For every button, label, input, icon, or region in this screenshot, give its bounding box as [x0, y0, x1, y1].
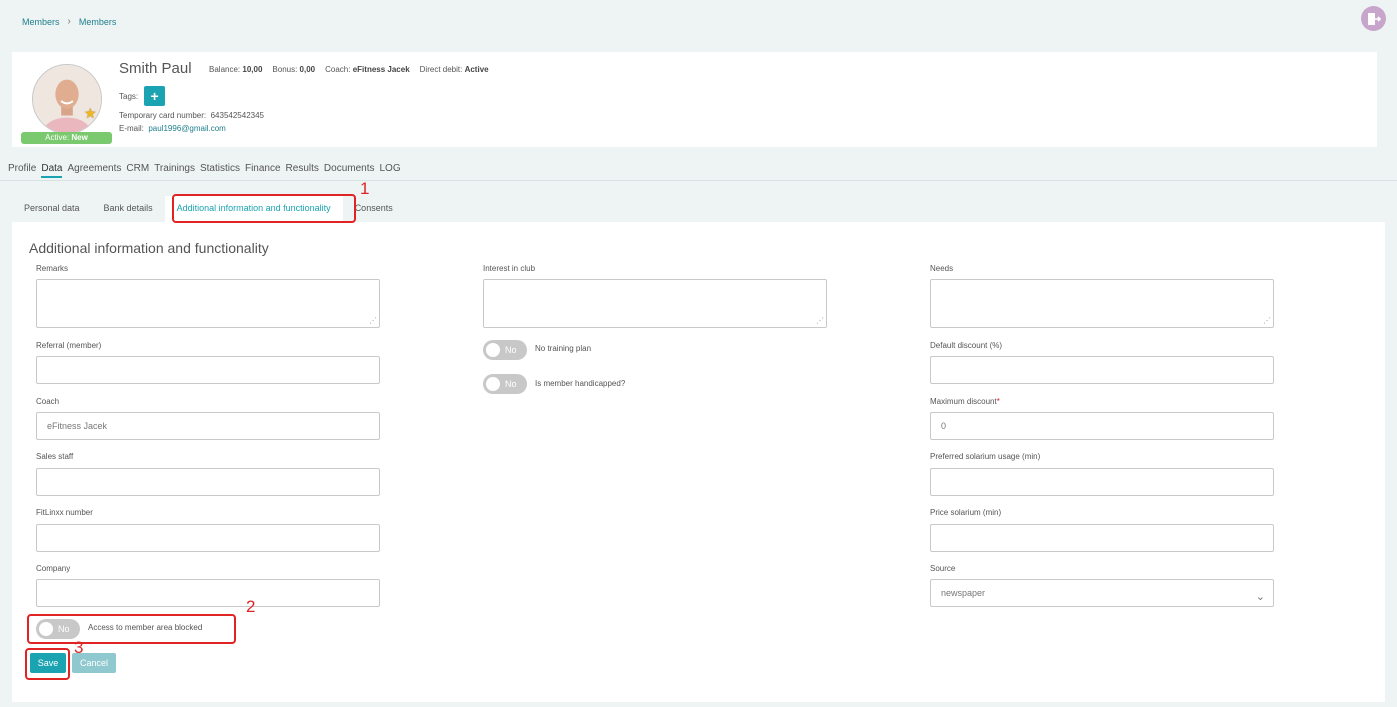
logout-icon [1367, 12, 1381, 25]
interest-textarea[interactable]: ⋰ [483, 279, 827, 328]
chevron-down-icon: ⌄ [1255, 591, 1265, 603]
toggle-knob [486, 377, 500, 391]
referral-label: Referral (member) [36, 341, 102, 350]
tags-label: Tags: [119, 91, 139, 101]
member-summary: Balance: 10,00 Bonus: 0,00 Coach: eFitne… [209, 65, 489, 74]
fitlinxx-input[interactable] [36, 524, 380, 552]
remarks-textarea[interactable]: ⋰ [36, 279, 380, 328]
panel-title: Additional information and functionality [29, 240, 269, 256]
resize-grip-icon[interactable]: ⋰ [1263, 317, 1271, 325]
logout-button[interactable] [1361, 6, 1386, 31]
handicapped-toggle[interactable]: No [483, 374, 527, 394]
tab-agreements[interactable]: Agreements [67, 163, 121, 178]
star-icon: ★ [84, 105, 97, 121]
interest-label: Interest in club [483, 264, 536, 273]
solarium-usage-label: Preferred solarium usage (min) [930, 452, 1041, 461]
no-training-plan-label: No training plan [535, 344, 592, 353]
member-card: ★ Active: New Smith Paul Balance: 10,00 … [12, 52, 1377, 147]
default-discount-input[interactable] [930, 356, 1274, 384]
referral-input[interactable] [36, 356, 380, 384]
main-tabs: Profile Data Agreements CRM Trainings St… [8, 163, 401, 178]
needs-textarea[interactable]: ⋰ [930, 279, 1274, 328]
toggle-knob [486, 343, 500, 357]
add-tag-button[interactable]: + [144, 86, 166, 106]
price-solarium-label: Price solarium (min) [930, 508, 1002, 517]
coach-input[interactable]: eFitness Jacek [36, 412, 380, 440]
highlight-box-2 [27, 614, 236, 644]
tab-finance[interactable]: Finance [245, 163, 281, 178]
remarks-label: Remarks [36, 264, 69, 273]
source-select[interactable]: newspaper ⌄ [930, 579, 1274, 607]
tab-crm[interactable]: CRM [126, 163, 149, 178]
direct-debit-value: Active [464, 65, 489, 74]
tab-data[interactable]: Data [41, 163, 63, 178]
tags-row: Tags: + [119, 86, 166, 106]
breadcrumb-item-1[interactable]: Members [22, 17, 60, 27]
chevron-right-icon: › [67, 16, 71, 27]
solarium-usage-input[interactable] [930, 468, 1274, 496]
bonus-value: 0,00 [299, 65, 316, 74]
subtab-personal-data[interactable]: Personal data [12, 196, 92, 222]
highlight-box-1 [172, 194, 356, 223]
coach-label: Coach [36, 397, 60, 406]
source-value: newspaper [941, 588, 986, 598]
tab-trainings[interactable]: Trainings [154, 163, 195, 178]
member-photo [33, 65, 101, 133]
annotation-number-3: 3 [74, 638, 84, 657]
max-discount-label: Maximum discount* [930, 397, 1000, 406]
handicapped-label: Is member handicapped? [535, 379, 626, 388]
annotation-number-1: 1 [360, 179, 370, 198]
tab-statistics[interactable]: Statistics [200, 163, 240, 178]
balance-value: 10,00 [242, 65, 263, 74]
breadcrumb: Members › Members [22, 16, 116, 27]
subtab-bank-details[interactable]: Bank details [92, 196, 165, 222]
email-link[interactable]: paul1996@gmail.com [148, 124, 226, 133]
source-label: Source [930, 564, 956, 573]
annotation-number-2: 2 [246, 597, 256, 616]
avatar[interactable] [32, 64, 102, 134]
status-badge: Active: New [21, 132, 112, 144]
resize-grip-icon[interactable]: ⋰ [816, 317, 824, 325]
needs-label: Needs [930, 264, 954, 273]
max-discount-input[interactable]: 0 [930, 412, 1274, 440]
sales-staff-label: Sales staff [36, 452, 74, 461]
company-input[interactable] [36, 579, 380, 607]
required-marker: * [996, 397, 1000, 406]
price-solarium-input[interactable] [930, 524, 1274, 552]
breadcrumb-item-2[interactable]: Members [79, 17, 117, 27]
member-name: Smith Paul [119, 60, 192, 77]
default-discount-label: Default discount (%) [930, 341, 1003, 350]
card-number-row: Temporary card number: 643542542345 [119, 111, 264, 120]
email-row: E-mail: paul1996@gmail.com [119, 124, 226, 133]
sales-staff-input[interactable] [36, 468, 380, 496]
tab-profile[interactable]: Profile [8, 163, 36, 178]
highlight-box-3 [25, 648, 70, 680]
tabs-divider [0, 180, 1397, 181]
coach-value: eFitness Jacek [352, 65, 410, 74]
resize-grip-icon[interactable]: ⋰ [369, 317, 377, 325]
tab-log[interactable]: LOG [379, 163, 400, 178]
no-training-plan-toggle[interactable]: No [483, 340, 527, 360]
tab-results[interactable]: Results [286, 163, 319, 178]
company-label: Company [36, 564, 71, 573]
fitlinxx-label: FitLinxx number [36, 508, 93, 517]
tab-documents[interactable]: Documents [324, 163, 375, 178]
card-number: 643542542345 [210, 111, 264, 120]
